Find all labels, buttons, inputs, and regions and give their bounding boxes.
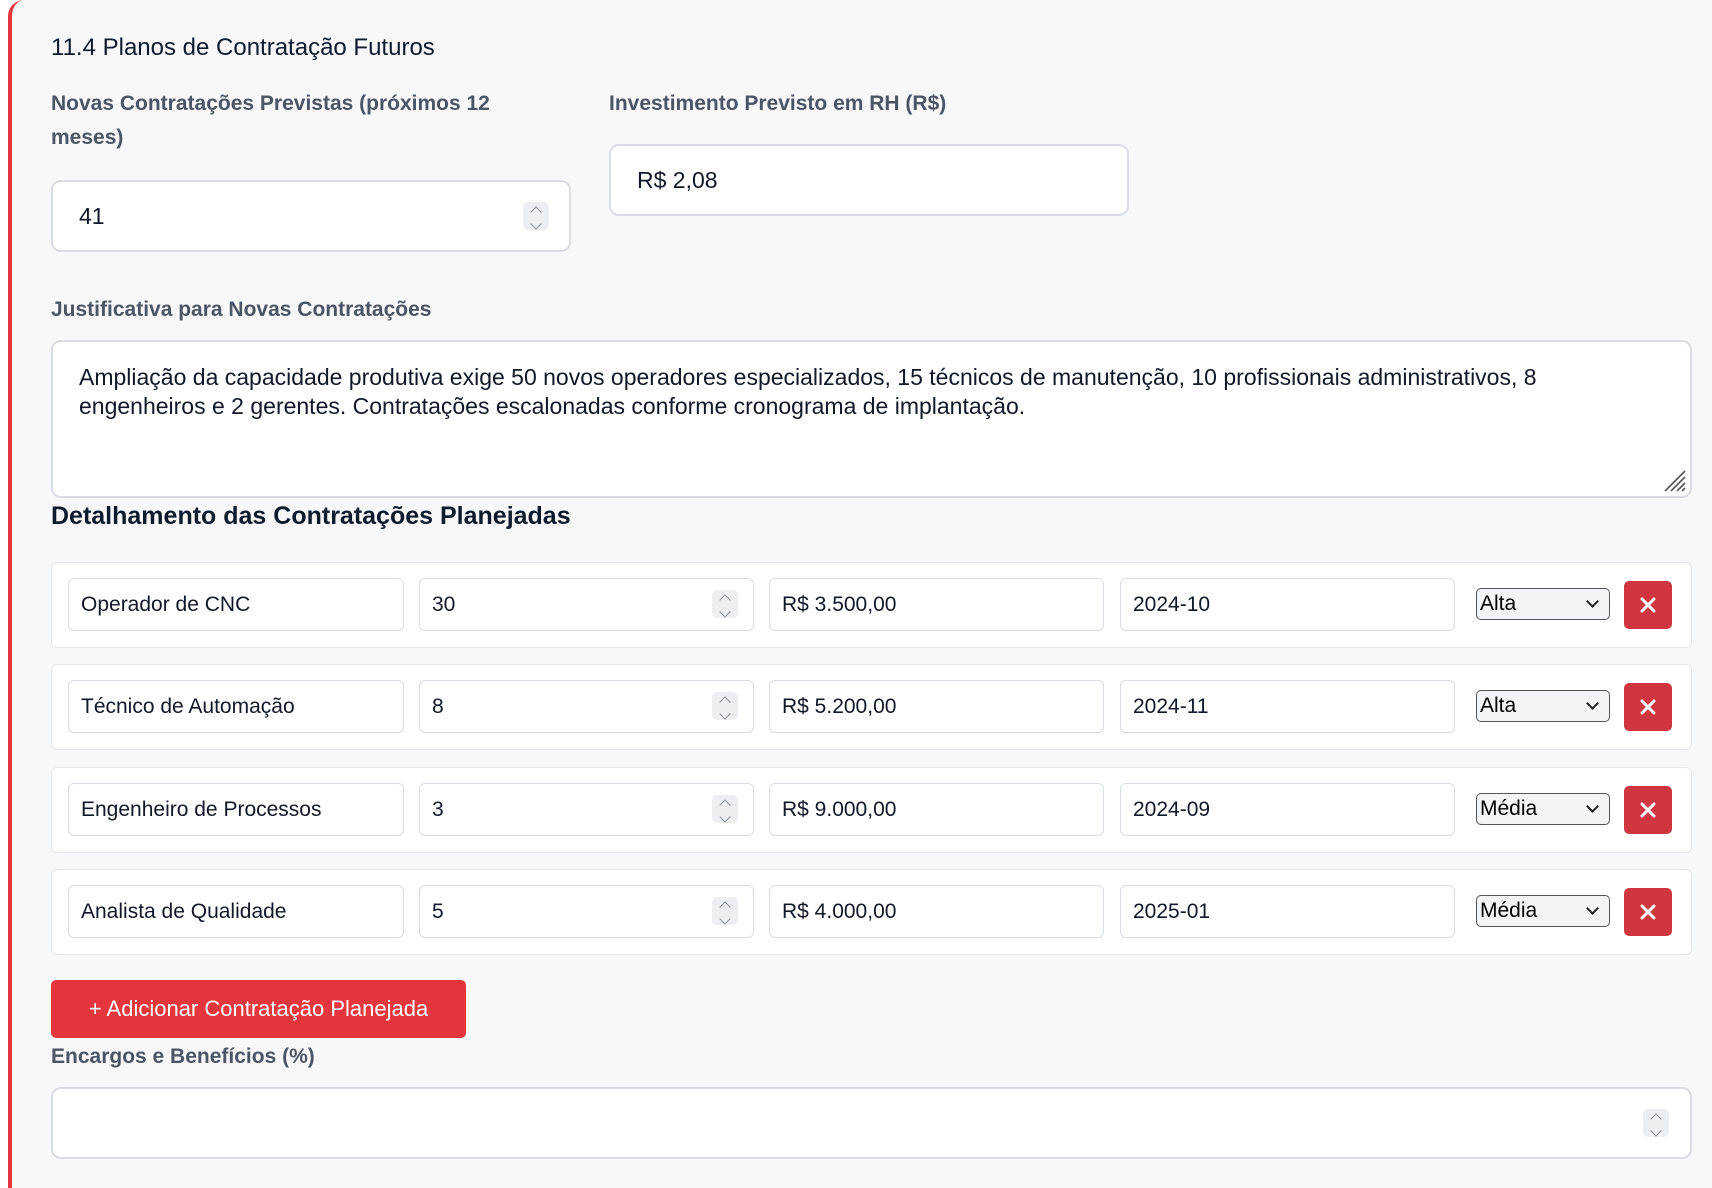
quantity-value: 8 (432, 694, 444, 718)
month-value: 2025-01 (1133, 899, 1211, 923)
stepper-down-icon[interactable] (719, 708, 731, 720)
chevron-down-icon (1586, 595, 1599, 608)
close-icon (1640, 904, 1656, 920)
salary-value: R$ 3.500,00 (782, 592, 897, 616)
role-input[interactable]: Analista de Qualidade (68, 885, 404, 938)
stepper-down-icon[interactable] (719, 811, 731, 823)
month-input[interactable]: 2024-09 (1120, 783, 1455, 836)
stepper-up-icon[interactable] (719, 901, 731, 913)
remove-row-button[interactable] (1624, 683, 1672, 731)
role-value: Engenheiro de Processos (81, 797, 322, 821)
new-hires-input[interactable]: 41 (51, 180, 571, 252)
month-input[interactable]: 2025-01 (1120, 885, 1455, 938)
stepper-down-icon[interactable] (719, 913, 731, 925)
chevron-down-icon (1586, 800, 1599, 813)
stepper-down-icon[interactable] (530, 218, 542, 230)
salary-value: R$ 4.000,00 (782, 899, 897, 923)
quantity-stepper[interactable] (712, 897, 738, 925)
justification-textarea[interactable]: Ampliação da capacidade produtiva exige … (51, 340, 1692, 498)
priority-value: Alta (1480, 694, 1517, 717)
month-input[interactable]: 2024-10 (1120, 578, 1455, 631)
priority-select[interactable]: Média (1476, 895, 1610, 927)
investment-value: R$ 2,08 (637, 166, 718, 193)
month-value: 2024-11 (1133, 694, 1209, 718)
priority-value: Média (1480, 899, 1538, 922)
quantity-value: 3 (432, 797, 444, 821)
quantity-input[interactable]: 5 (419, 885, 754, 938)
role-input[interactable]: Operador de CNC (68, 578, 404, 631)
remove-row-button[interactable] (1624, 786, 1672, 834)
stepper-up-icon[interactable] (1650, 1113, 1662, 1125)
quantity-value: 5 (432, 899, 444, 923)
stepper-up-icon[interactable] (719, 799, 731, 811)
month-value: 2024-10 (1133, 592, 1211, 616)
month-value: 2024-09 (1133, 797, 1211, 821)
stepper-up-icon[interactable] (719, 696, 731, 708)
role-value: Analista de Qualidade (81, 899, 287, 923)
stepper-up-icon[interactable] (719, 594, 731, 606)
role-input[interactable]: Engenheiro de Processos (68, 783, 404, 836)
quantity-stepper[interactable] (712, 590, 738, 618)
priority-value: Média (1480, 797, 1538, 820)
priority-select[interactable]: Média (1476, 793, 1610, 825)
chevron-down-icon (1586, 697, 1599, 710)
close-icon (1640, 802, 1656, 818)
remove-row-button[interactable] (1624, 581, 1672, 629)
role-input[interactable]: Técnico de Automação (68, 680, 404, 733)
planned-hire-row: Engenheiro de Processos 3 R$ 9.000,00 20… (51, 767, 1692, 853)
section-title: 11.4 Planos de Contratação Futuros (51, 34, 435, 61)
priority-value: Alta (1480, 592, 1517, 615)
planned-hire-row: Operador de CNC 30 R$ 3.500,00 2024-10 A… (51, 562, 1692, 648)
charges-label: Encargos e Benefícios (%) (51, 1045, 315, 1068)
priority-select[interactable]: Alta (1476, 588, 1610, 620)
role-value: Operador de CNC (81, 592, 251, 616)
new-hires-label: Novas Contratações Previstas (próximos 1… (51, 92, 490, 149)
quantity-input[interactable]: 3 (419, 783, 754, 836)
stepper-down-icon[interactable] (1650, 1125, 1662, 1137)
charges-stepper[interactable] (1643, 1109, 1669, 1137)
stepper-up-icon[interactable] (530, 206, 542, 218)
planned-hire-row: Técnico de Automação 8 R$ 5.200,00 2024-… (51, 664, 1692, 750)
justification-label: Justificativa para Novas Contratações (51, 298, 432, 321)
salary-value: R$ 5.200,00 (782, 694, 897, 718)
planned-hire-row: Analista de Qualidade 5 R$ 4.000,00 2025… (51, 869, 1692, 955)
close-icon (1640, 597, 1656, 613)
quantity-input[interactable]: 30 (419, 578, 754, 631)
quantity-stepper[interactable] (712, 795, 738, 823)
role-value: Técnico de Automação (81, 694, 295, 718)
new-hires-value: 41 (79, 202, 105, 229)
salary-value: R$ 9.000,00 (782, 797, 897, 821)
investment-input[interactable]: R$ 2,08 (609, 144, 1129, 216)
justification-text: Ampliação da capacidade produtiva exige … (79, 364, 1537, 419)
quantity-stepper[interactable] (712, 692, 738, 720)
new-hires-stepper[interactable] (523, 202, 549, 230)
chevron-down-icon (1586, 902, 1599, 915)
quantity-input[interactable]: 8 (419, 680, 754, 733)
quantity-value: 30 (432, 592, 456, 616)
planned-hires-title: Detalhamento das Contratações Planejadas (51, 502, 571, 530)
stepper-down-icon[interactable] (719, 606, 731, 618)
salary-input[interactable]: R$ 5.200,00 (769, 680, 1104, 733)
salary-input[interactable]: R$ 9.000,00 (769, 783, 1104, 836)
close-icon (1640, 699, 1656, 715)
add-planned-hire-button[interactable]: + Adicionar Contratação Planejada (51, 980, 466, 1038)
month-input[interactable]: 2024-11 (1120, 680, 1455, 733)
form-panel: 11.4 Planos de Contratação Futuros Novas… (8, 0, 1712, 1188)
salary-input[interactable]: R$ 4.000,00 (769, 885, 1104, 938)
priority-select[interactable]: Alta (1476, 690, 1610, 722)
salary-input[interactable]: R$ 3.500,00 (769, 578, 1104, 631)
resize-grip-icon[interactable] (1661, 467, 1687, 493)
remove-row-button[interactable] (1624, 888, 1672, 936)
investment-label: Investimento Previsto em RH (R$) (609, 92, 947, 115)
charges-input[interactable] (51, 1087, 1692, 1159)
